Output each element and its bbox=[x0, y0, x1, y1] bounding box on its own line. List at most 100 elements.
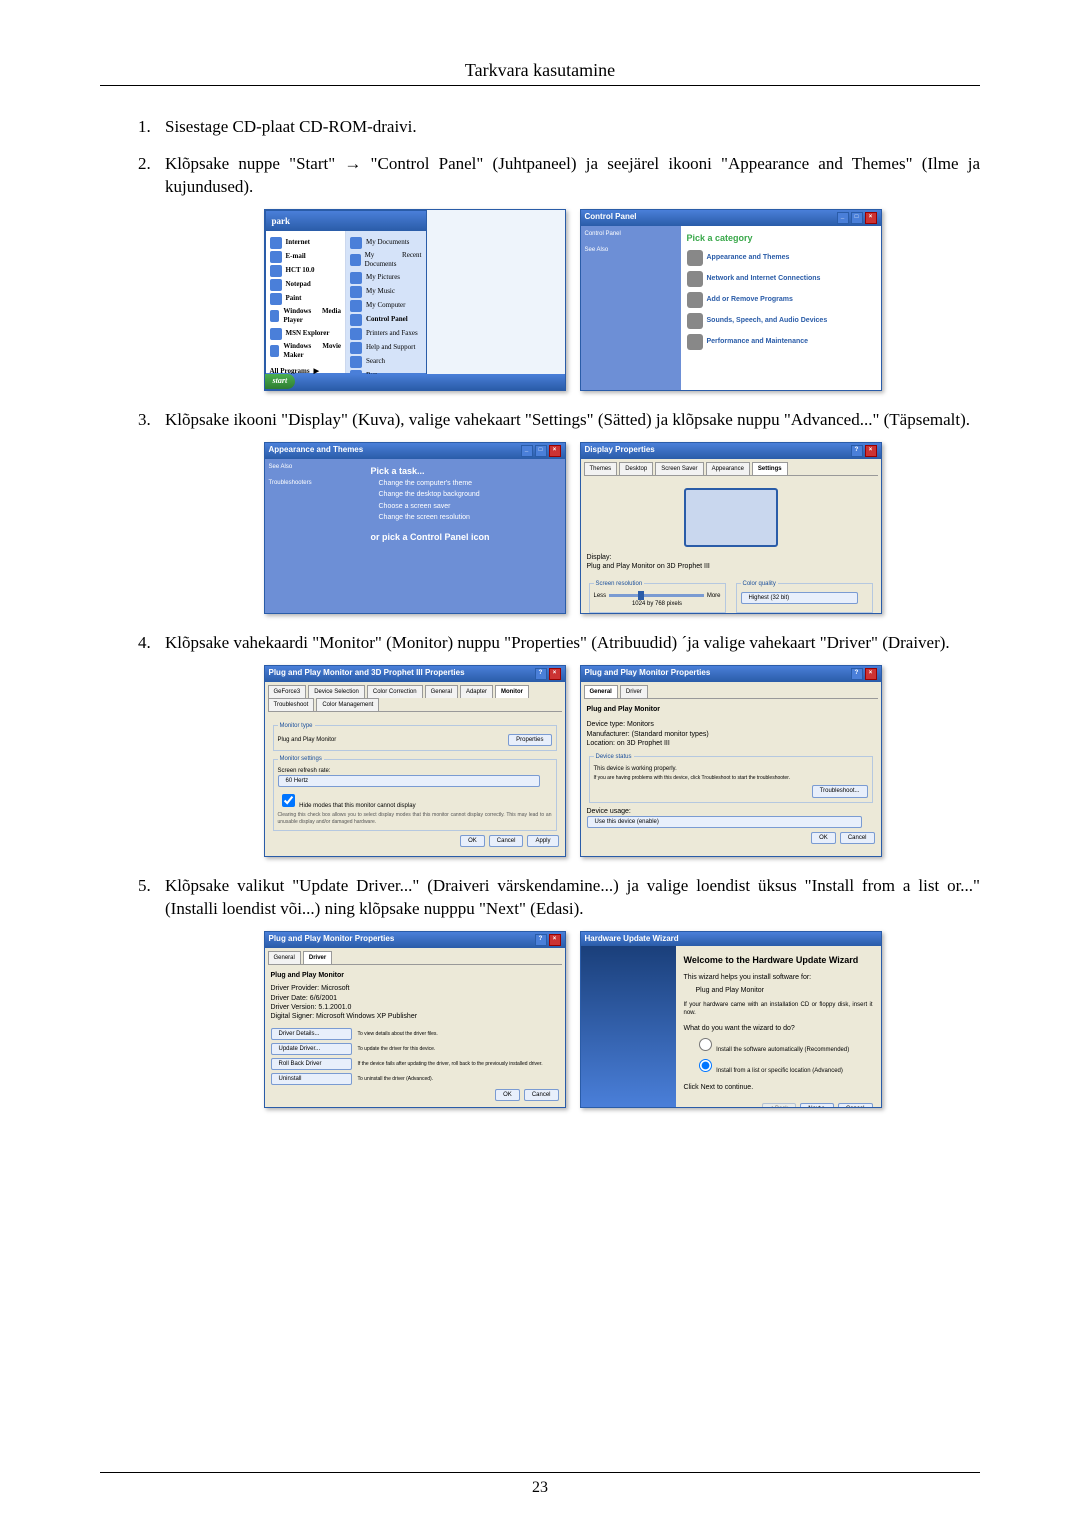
sm-recent[interactable]: My Recent Documents bbox=[350, 251, 422, 270]
sm-internet[interactable]: Internet bbox=[270, 237, 342, 249]
troubleshoot-button[interactable]: Troubleshoot... bbox=[812, 785, 868, 797]
cp-sidebar: Control PanelSee Also bbox=[581, 226, 681, 391]
wiz-opt-list[interactable]: Install from a list or specific location… bbox=[694, 1056, 873, 1075]
sm-printers[interactable]: Printers and Faxes bbox=[350, 328, 422, 340]
start-button[interactable]: start bbox=[265, 374, 296, 389]
min-icon[interactable]: _ bbox=[837, 212, 849, 224]
tab-themes[interactable]: Themes bbox=[584, 462, 618, 475]
close-icon[interactable]: × bbox=[865, 668, 877, 680]
manu-value: (Standard monitor types) bbox=[632, 731, 709, 738]
cat-label: Appearance and Themes bbox=[707, 253, 790, 262]
min-icon[interactable]: _ bbox=[521, 445, 533, 457]
resolution-slider[interactable]: LessMore bbox=[594, 592, 721, 600]
msn-icon bbox=[270, 328, 282, 340]
ok-button[interactable]: OK bbox=[495, 1089, 520, 1101]
cat-appearance[interactable]: Appearance and Themes bbox=[687, 250, 875, 266]
driver-details-button[interactable]: Driver Details... bbox=[271, 1028, 352, 1040]
help-icon[interactable]: ? bbox=[851, 668, 863, 680]
status-value: This device is working properly. bbox=[594, 765, 868, 773]
tab-general[interactable]: General bbox=[425, 685, 458, 698]
help-icon[interactable]: ? bbox=[535, 934, 547, 946]
sm-music[interactable]: My Music bbox=[350, 286, 422, 298]
screenshot-control-panel: Control Panel _□× Control PanelSee Also … bbox=[580, 209, 882, 391]
at-task-bg[interactable]: Change the desktop background bbox=[379, 490, 559, 499]
start-user: park bbox=[266, 211, 426, 231]
wiz-device: Plug and Play Monitor bbox=[696, 986, 873, 995]
sm-email[interactable]: E-mail bbox=[270, 251, 342, 263]
sm-msn[interactable]: MSN Explorer bbox=[270, 328, 342, 340]
close-icon[interactable]: × bbox=[549, 668, 561, 680]
close-icon[interactable]: × bbox=[549, 445, 561, 457]
tab-general[interactable]: General bbox=[584, 685, 618, 698]
folder-icon bbox=[350, 286, 362, 298]
sm-notepad[interactable]: Notepad bbox=[270, 279, 342, 291]
update-driver-button[interactable]: Update Driver... bbox=[271, 1043, 352, 1055]
app-icon bbox=[270, 265, 282, 277]
help-icon[interactable]: ? bbox=[535, 668, 547, 680]
radio-list[interactable] bbox=[699, 1059, 712, 1072]
max-icon[interactable]: □ bbox=[535, 445, 547, 457]
help-icon[interactable]: ? bbox=[851, 445, 863, 457]
at-task-res[interactable]: Change the screen resolution bbox=[379, 513, 559, 522]
cpanel-icon bbox=[350, 314, 362, 326]
cancel-button[interactable]: Cancel bbox=[840, 832, 875, 844]
hide-modes-checkbox[interactable] bbox=[282, 794, 295, 807]
sm-paint[interactable]: Paint bbox=[270, 293, 342, 305]
tab-troubleshoot[interactable]: Troubleshoot bbox=[268, 698, 315, 711]
tab-monitor[interactable]: Monitor bbox=[495, 685, 529, 698]
tab-colorcorr[interactable]: Color Correction bbox=[367, 685, 423, 698]
cat-addremove[interactable]: Add or Remove Programs bbox=[687, 292, 875, 308]
sm-help[interactable]: Help and Support bbox=[350, 342, 422, 354]
properties-button[interactable]: Properties bbox=[508, 734, 551, 746]
radio-auto[interactable] bbox=[699, 1038, 712, 1051]
color-quality-select[interactable]: Highest (32 bit) bbox=[741, 592, 859, 604]
cancel-button[interactable]: Cancel bbox=[524, 1089, 559, 1101]
sm-moviemaker[interactable]: Windows Movie Maker bbox=[270, 342, 342, 361]
sm-controlpanel[interactable]: Control Panel bbox=[350, 314, 422, 326]
cat-network[interactable]: Network and Internet Connections bbox=[687, 271, 875, 287]
tab-screensaver[interactable]: Screen Saver bbox=[655, 462, 703, 475]
close-icon[interactable]: × bbox=[549, 934, 561, 946]
tab-general[interactable]: General bbox=[268, 951, 301, 964]
tab-appearance[interactable]: Appearance bbox=[706, 462, 750, 475]
sm-label: E-mail bbox=[286, 252, 306, 261]
ok-button[interactable]: OK bbox=[460, 835, 485, 847]
tab-geforce[interactable]: GeForce3 bbox=[268, 685, 307, 698]
tab-devsel[interactable]: Device Selection bbox=[308, 685, 365, 698]
sm-hct[interactable]: HCT 10.0 bbox=[270, 265, 342, 277]
cancel-button[interactable]: Cancel bbox=[489, 835, 524, 847]
addremove-icon bbox=[687, 292, 703, 308]
next-button[interactable]: Next > bbox=[800, 1103, 834, 1108]
sm-mydocs[interactable]: My Documents bbox=[350, 237, 422, 249]
rollback-button[interactable]: Roll Back Driver bbox=[271, 1058, 352, 1070]
uninstall-desc: To uninstall the driver (Advanced). bbox=[358, 1076, 434, 1083]
close-icon[interactable]: × bbox=[865, 212, 877, 224]
tab-adapter[interactable]: Adapter bbox=[460, 685, 493, 698]
wiz-opt-auto[interactable]: Install the software automatically (Reco… bbox=[694, 1035, 873, 1054]
tab-desktop[interactable]: Desktop bbox=[619, 462, 653, 475]
cancel-button[interactable]: Cancel bbox=[838, 1103, 873, 1108]
cat-performance[interactable]: Performance and Maintenance bbox=[687, 334, 875, 350]
sm-search[interactable]: Search bbox=[350, 356, 422, 368]
max-icon[interactable]: □ bbox=[851, 212, 863, 224]
sm-mycomputer[interactable]: My Computer bbox=[350, 300, 422, 312]
tab-driver[interactable]: Driver bbox=[303, 951, 332, 964]
rollback-desc: If the device fails after updating the d… bbox=[358, 1061, 543, 1068]
sm-pictures[interactable]: My Pictures bbox=[350, 272, 422, 284]
at-task-theme[interactable]: Change the computer's theme bbox=[379, 479, 559, 488]
at-task-ss[interactable]: Choose a screen saver bbox=[379, 502, 559, 511]
tab-settings[interactable]: Settings bbox=[752, 462, 788, 475]
tab-colormgmt[interactable]: Color Management bbox=[316, 698, 379, 711]
sm-wmp[interactable]: Windows Media Player bbox=[270, 307, 342, 326]
usage-select[interactable]: Use this device (enable) bbox=[587, 816, 862, 828]
ok-button[interactable]: OK bbox=[811, 832, 836, 844]
screenshot-driver-tab: Plug and Play Monitor Properties ?× Gene… bbox=[264, 931, 566, 1108]
adv-title: Plug and Play Monitor and 3D Prophet III… bbox=[269, 668, 465, 679]
montype-value: Plug and Play Monitor bbox=[278, 736, 337, 744]
tab-driver[interactable]: Driver bbox=[620, 685, 648, 698]
apply-button[interactable]: Apply bbox=[527, 835, 558, 847]
refresh-select[interactable]: 60 Hertz bbox=[278, 775, 541, 787]
close-icon[interactable]: × bbox=[865, 445, 877, 457]
uninstall-button[interactable]: Uninstall bbox=[271, 1073, 352, 1085]
cat-sounds[interactable]: Sounds, Speech, and Audio Devices bbox=[687, 313, 875, 329]
